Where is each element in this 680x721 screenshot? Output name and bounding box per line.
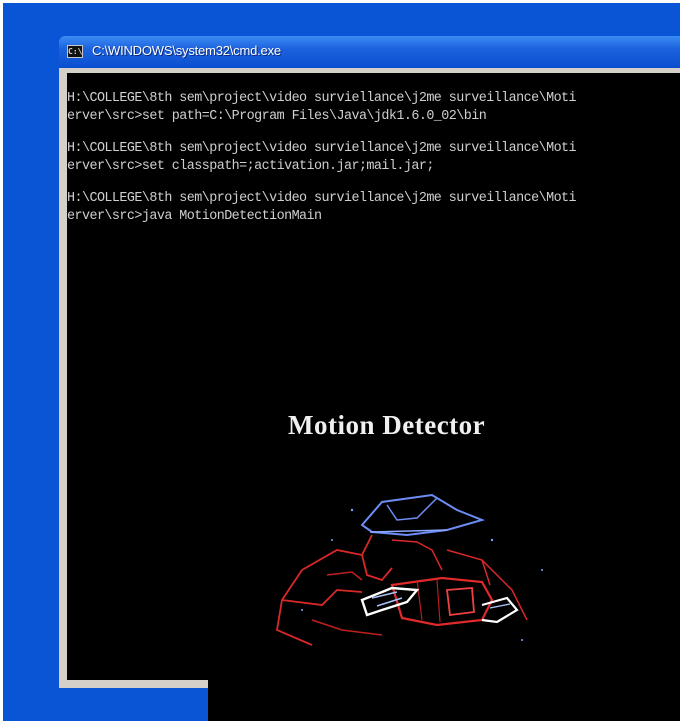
splash-title: Motion Detector xyxy=(288,410,486,440)
splash-window: Motion Detector xyxy=(208,380,680,721)
spy-camera-illustration xyxy=(242,480,572,660)
console-line: erver\src>java MotionDetectionMain xyxy=(67,209,322,224)
console-line: H:\COLLEGE\8th sem\project\video surviel… xyxy=(67,141,577,156)
title-bar[interactable]: C:\ C:\WINDOWS\system32\cmd.exe xyxy=(59,36,680,68)
console-line: H:\COLLEGE\8th sem\project\video surviel… xyxy=(67,91,577,106)
console-line: erver\src>set classpath=;activation.jar;… xyxy=(67,159,434,174)
console-line: erver\src>set path=C:\Program Files\Java… xyxy=(67,109,487,124)
console-line: H:\COLLEGE\8th sem\project\video surviel… xyxy=(67,191,577,206)
spy-camera-icon xyxy=(275,493,543,646)
console-icon[interactable]: C:\ xyxy=(67,45,83,58)
window-title: C:\WINDOWS\system32\cmd.exe xyxy=(92,43,281,58)
